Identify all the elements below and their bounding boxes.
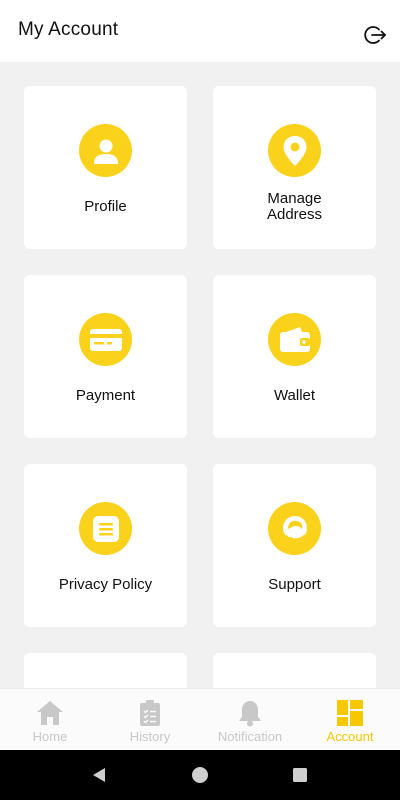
location-pin-icon <box>283 135 306 166</box>
recents-icon[interactable] <box>290 765 310 785</box>
manage-address-card[interactable]: Manage Address <box>213 86 376 249</box>
account-menu-grid: Profile Manage Address Payment Wallet Pr… <box>0 62 400 688</box>
credit-card-icon <box>89 328 122 351</box>
wallet-label: Wallet <box>273 387 316 404</box>
privacy-policy-card[interactable]: Privacy Policy <box>24 464 187 627</box>
manage-address-icon-circle <box>268 124 321 177</box>
support-card[interactable]: Support <box>213 464 376 627</box>
privacy-policy-label: Privacy Policy <box>58 576 153 593</box>
support-label: Support <box>268 576 321 593</box>
grid-icon <box>337 700 363 726</box>
person-icon <box>93 139 118 164</box>
profile-card[interactable]: Profile <box>24 86 187 249</box>
profile-icon-circle <box>79 124 132 177</box>
bell-icon <box>239 701 261 727</box>
tab-notification[interactable]: Notification <box>200 689 300 751</box>
privacy-policy-icon-circle <box>79 502 132 555</box>
clipboard-icon <box>140 700 160 726</box>
home-icon <box>37 701 63 725</box>
document-icon <box>92 515 119 542</box>
profile-label: Profile <box>84 198 127 215</box>
wallet-card[interactable]: Wallet <box>213 275 376 438</box>
system-navigation-bar <box>0 750 400 800</box>
tab-notification-label: Notification <box>217 729 283 744</box>
menu-card[interactable] <box>213 653 376 688</box>
tab-account[interactable]: Account <box>300 689 400 751</box>
payment-card[interactable]: Payment <box>24 275 187 438</box>
menu-card[interactable] <box>24 653 187 688</box>
app-header: My Account <box>0 0 400 62</box>
back-icon[interactable] <box>89 765 109 785</box>
payment-icon-circle <box>79 313 132 366</box>
tab-home[interactable]: Home <box>0 689 100 751</box>
bottom-tab-bar: Home History Notification Account <box>0 688 400 750</box>
tab-home-label: Home <box>32 729 68 744</box>
support-icon-circle <box>268 502 321 555</box>
tab-history[interactable]: History <box>100 689 200 751</box>
tab-history-label: History <box>129 729 171 744</box>
wallet-icon <box>279 326 310 352</box>
payment-label: Payment <box>75 387 136 404</box>
logout-icon[interactable] <box>363 23 387 47</box>
manage-address-label: Manage Address <box>266 190 323 223</box>
headset-icon <box>282 515 307 541</box>
page-title: My Account <box>18 19 119 40</box>
tab-account-label: Account <box>326 729 374 744</box>
home-button-icon[interactable] <box>190 765 210 785</box>
wallet-icon-circle <box>268 313 321 366</box>
